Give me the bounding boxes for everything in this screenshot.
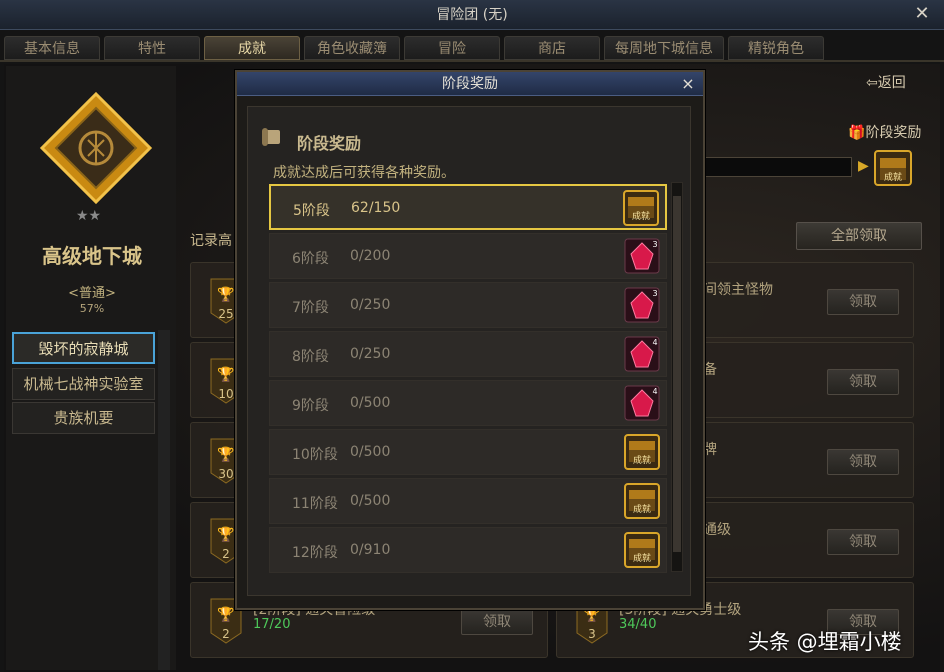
stage-progress: 0/500 (350, 493, 391, 509)
achievement-progress: 34/40 (619, 617, 657, 632)
modal-title: 阶段奖励 (442, 76, 498, 92)
difficulty-label: <普通> (68, 286, 116, 301)
tab-basic-info[interactable]: 基本信息 (4, 36, 100, 60)
dungeon-emblem-icon (39, 91, 153, 205)
gift-icon: 🎁 (848, 125, 866, 141)
stage-row[interactable]: 9阶段 0/500 4 (269, 380, 667, 426)
tab-character-collection[interactable]: 角色收藏簿 (304, 36, 400, 60)
reward-count: 4 (652, 387, 657, 396)
modal-heading: 阶段奖励 (297, 134, 362, 153)
claim-button[interactable]: 领取 (827, 449, 899, 475)
modal-subtitle: 成就达成后可获得各种奖励。 (273, 165, 455, 181)
stage-row[interactable]: 8阶段 0/250 4 (269, 331, 667, 377)
tab-weekly-dungeon[interactable]: 每周地下城信息 (604, 36, 724, 60)
stage-row[interactable]: 6阶段 0/200 3 (269, 233, 667, 279)
stage-label: 12阶段 (292, 545, 338, 561)
achievement-chest-icon[interactable]: 成就 (624, 532, 660, 568)
red-crystal-icon[interactable]: 4 (624, 336, 660, 372)
achievement-chest-icon[interactable]: 成就 (623, 190, 659, 226)
badge-count: 3 (588, 627, 596, 641)
svg-text:🏆: 🏆 (217, 606, 235, 623)
stage-label: 11阶段 (292, 496, 338, 512)
achievement-chest-icon[interactable]: 成就 (624, 483, 660, 519)
back-button[interactable]: ⇦返回 (866, 72, 906, 92)
claim-all-button[interactable]: 全部领取 (796, 222, 922, 250)
stage-label: 8阶段 (292, 349, 329, 365)
window-close-button[interactable]: ✕ (912, 4, 932, 24)
achievement-progress: 17/20 (253, 617, 291, 632)
stage-progress: 0/250 (350, 346, 391, 362)
window-title: 冒险团 (无) (436, 7, 508, 23)
reward-count: 3 (652, 289, 657, 298)
reward-count: 3 (652, 240, 657, 249)
achievement-chest-icon[interactable]: 成就 (874, 150, 912, 186)
red-crystal-icon[interactable]: 4 (624, 385, 660, 421)
modal-scrollbar-thumb[interactable] (673, 196, 681, 552)
svg-text:🏆: 🏆 (217, 446, 235, 463)
svg-text:🏆: 🏆 (217, 526, 235, 543)
reward-label: 成就 (633, 552, 651, 564)
scroll-icon (262, 128, 280, 146)
dungeon-category-title: 高级地下城 (42, 244, 142, 268)
stage-progress: 0/200 (350, 248, 391, 264)
watermark: 头条 @埋霜小楼 (748, 630, 902, 654)
modal-close-button[interactable]: × (679, 74, 697, 94)
tab-divider (0, 60, 944, 62)
back-arrow-icon: ⇦ (866, 75, 878, 91)
reward-count: 4 (652, 338, 657, 347)
progress-bar (704, 157, 852, 177)
stage-progress: 62/150 (351, 200, 401, 216)
arrow-right-icon: ▶ (858, 158, 869, 174)
reward-label: 成就 (632, 210, 650, 222)
reward-label: 成就 (633, 454, 651, 466)
chest-label: 成就 (884, 171, 902, 183)
stage-label: 7阶段 (292, 300, 329, 316)
category-destroyed-silent-city[interactable]: 毁坏的寂静城 (12, 332, 155, 364)
category-noble-secret[interactable]: 贵族机要 (12, 402, 155, 434)
back-label: 返回 (877, 75, 906, 91)
badge-count: 2 (222, 627, 230, 641)
red-crystal-icon[interactable]: 3 (624, 287, 660, 323)
tab-traits[interactable]: 特性 (104, 36, 200, 60)
stage-row[interactable]: 11阶段 0/500 成就 (269, 478, 667, 524)
reward-label: 成就 (633, 503, 651, 515)
stage-progress: 0/500 (350, 395, 391, 411)
svg-text:🏆: 🏆 (217, 366, 235, 383)
stage-row[interactable]: 12阶段 0/910 成就 (269, 527, 667, 573)
claim-button[interactable]: 领取 (827, 529, 899, 555)
claim-button[interactable]: 领取 (461, 609, 533, 635)
stage-label: 10阶段 (292, 447, 338, 463)
record-label: 记录高 (190, 233, 232, 249)
tab-achievements[interactable]: 成就 (204, 36, 300, 60)
stage-row[interactable]: 7阶段 0/250 3 (269, 282, 667, 328)
left-scrollbar[interactable] (158, 330, 170, 670)
stage-label: 9阶段 (292, 398, 329, 414)
stage-progress: 0/910 (350, 542, 391, 558)
stage-progress: 0/500 (350, 444, 391, 460)
red-crystal-icon[interactable]: 3 (624, 238, 660, 274)
achievement-chest-icon[interactable]: 成就 (624, 434, 660, 470)
category-mechanical-lab[interactable]: 机械七战神实验室 (12, 368, 155, 400)
stage-row[interactable]: 10阶段 0/500 成就 (269, 429, 667, 475)
tab-shop[interactable]: 商店 (504, 36, 600, 60)
tab-elite-characters[interactable]: 精锐角色 (728, 36, 824, 60)
svg-text:🏆: 🏆 (217, 286, 235, 303)
claim-button[interactable]: 领取 (827, 369, 899, 395)
stage-reward-link[interactable]: 🎁阶段奖励 (848, 122, 921, 142)
stage-row[interactable]: 5阶段 62/150 成就 (269, 184, 667, 230)
stage-label: 6阶段 (292, 251, 329, 267)
star-rating: ★★ (76, 208, 102, 224)
claim-button[interactable]: 领取 (827, 289, 899, 315)
completion-percent: 57% (79, 302, 105, 315)
stage-reward-label: 阶段奖励 (865, 125, 922, 141)
stage-reward-modal: 阶段奖励 × 阶段奖励 成就达成后可获得各种奖励。 5阶段 62/150 成就 … (235, 70, 705, 610)
stage-progress: 0/250 (350, 297, 391, 313)
stage-label: 5阶段 (293, 203, 330, 219)
tab-adventure[interactable]: 冒险 (404, 36, 500, 60)
